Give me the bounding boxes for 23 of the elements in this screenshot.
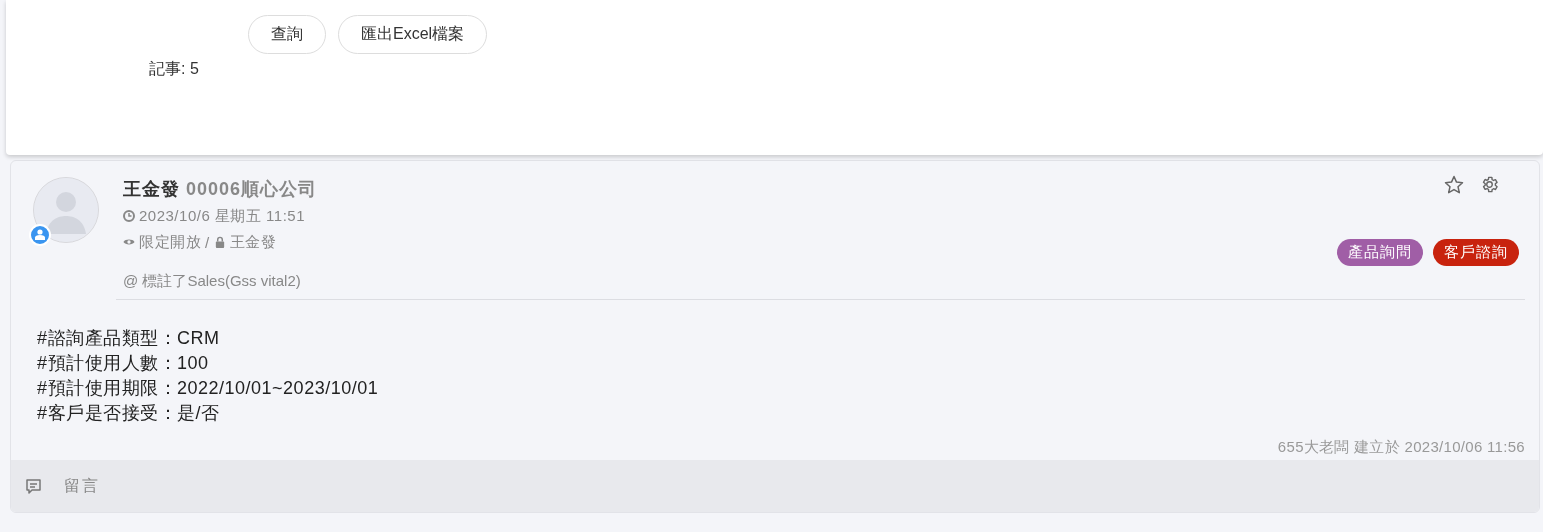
search-button[interactable]: 查詢 (248, 15, 326, 54)
record-count: 記事: 5 (148, 59, 199, 79)
comment-icon[interactable] (25, 477, 42, 495)
body-line: #諮詢產品類型：CRM (37, 327, 221, 350)
body-line: #預計使用人數：100 (37, 352, 210, 375)
body-line: #客戶是否接受：是/否 (37, 402, 221, 425)
lock-icon (213, 236, 226, 248)
body-line: #預計使用期限：2022/10/01~2023/10/01 (37, 377, 380, 400)
mention-text: @ 標註了Sales(Gss vital2) (116, 272, 1525, 300)
company-name: 00006順心公司 (186, 179, 318, 199)
tag-label: 產品詢問 (1337, 239, 1423, 266)
settings-icon[interactable] (1480, 175, 1499, 194)
tag-label: 客戶諮詢 (1433, 239, 1519, 266)
visibility-label: 限定開放 (139, 232, 201, 252)
export-button[interactable]: 匯出Excel檔案 (338, 15, 488, 54)
created-info: 655大老闆 建立於 2023/10/06 11:56 (1276, 437, 1526, 457)
author-name: 王金發 (123, 179, 180, 199)
owner-name: 王金發 (229, 232, 277, 252)
post-datetime: 2023/10/6 星期五 11:51 (139, 206, 305, 226)
separator: / (205, 233, 210, 251)
user-badge-icon (29, 224, 51, 246)
clock-icon (123, 210, 135, 222)
star-icon[interactable] (1444, 175, 1464, 195)
